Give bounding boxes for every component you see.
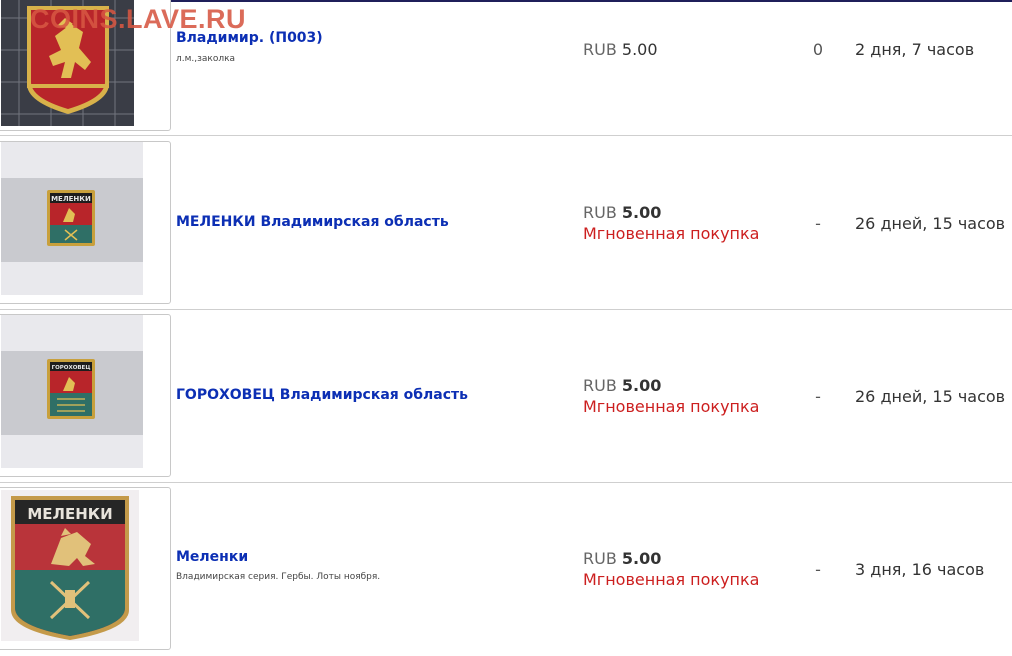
listing-subtitle: Владимирская серия. Гербы. Лоты ноября. [176, 572, 381, 582]
listing-row: ГОРОХОВЕЦ ГОРОХОВЕЦ Владимирская область… [0, 310, 1012, 483]
listing-title-link[interactable]: Владимир. (П003) [176, 30, 323, 46]
price-amount: 5.00 [621, 549, 662, 568]
price-amount: 5.00 [621, 376, 662, 395]
bid-count: - [815, 214, 821, 233]
time-left: 3 дня, 16 часов [855, 560, 985, 579]
listing-price: RUB 5.00 [583, 549, 661, 568]
badge-photo: МЕЛЕНКИ [1, 490, 139, 641]
listing-thumbnail[interactable]: МЕЛЕНКИ [0, 141, 171, 304]
price-currency: RUB [583, 549, 617, 568]
listing-row: МЕЛЕНКИ Меленки Владимирская серия. Герб… [0, 483, 1012, 656]
buy-now-link[interactable]: Мгновенная покупка [583, 570, 759, 589]
time-left: 26 дней, 15 часов [855, 214, 1006, 233]
listing-row: МЕЛЕНКИ МЕЛЕНКИ Владимирская область RUB… [0, 137, 1012, 310]
listing-thumbnail[interactable] [0, 0, 171, 131]
bid-count: - [815, 387, 821, 406]
badge-label: ГОРОХОВЕЦ [52, 365, 91, 371]
badge-photo: ГОРОХОВЕЦ [1, 315, 143, 468]
listing-title-link[interactable]: МЕЛЕНКИ Владимирская область [176, 214, 449, 230]
time-left: 2 дня, 7 часов [855, 40, 975, 59]
listing-title-link[interactable]: Меленки [176, 549, 248, 565]
listing-price: RUB 5.00 [583, 203, 661, 222]
time-left: 26 дней, 15 часов [855, 387, 1006, 406]
bid-count: 0 [812, 40, 824, 59]
badge-photo: МЕЛЕНКИ [1, 142, 143, 295]
listing-price: RUB 5.00 [583, 376, 661, 395]
price-currency: RUB [583, 203, 617, 222]
price-amount: 5.00 [621, 40, 658, 59]
listing-thumbnail[interactable]: МЕЛЕНКИ [0, 487, 171, 650]
listing-subtitle: л.м.,заколка [176, 54, 236, 64]
price-currency: RUB [583, 376, 617, 395]
listing-thumbnail[interactable]: ГОРОХОВЕЦ [0, 314, 171, 477]
listing-price: RUB 5.00 [583, 40, 658, 59]
buy-now-link[interactable]: Мгновенная покупка [583, 397, 759, 416]
buy-now-link[interactable]: Мгновенная покупка [583, 224, 759, 243]
price-amount: 5.00 [621, 203, 662, 222]
listing-row: Владимир. (П003) л.м.,заколка RUB 5.00 0… [0, 0, 1012, 136]
badge-photo [1, 0, 134, 126]
bid-count: - [815, 560, 821, 579]
price-currency: RUB [583, 40, 617, 59]
badge-label: МЕЛЕНКИ [51, 195, 91, 203]
badge-label: МЕЛЕНКИ [27, 505, 112, 523]
listing-title-link[interactable]: ГОРОХОВЕЦ Владимирская область [176, 387, 468, 403]
